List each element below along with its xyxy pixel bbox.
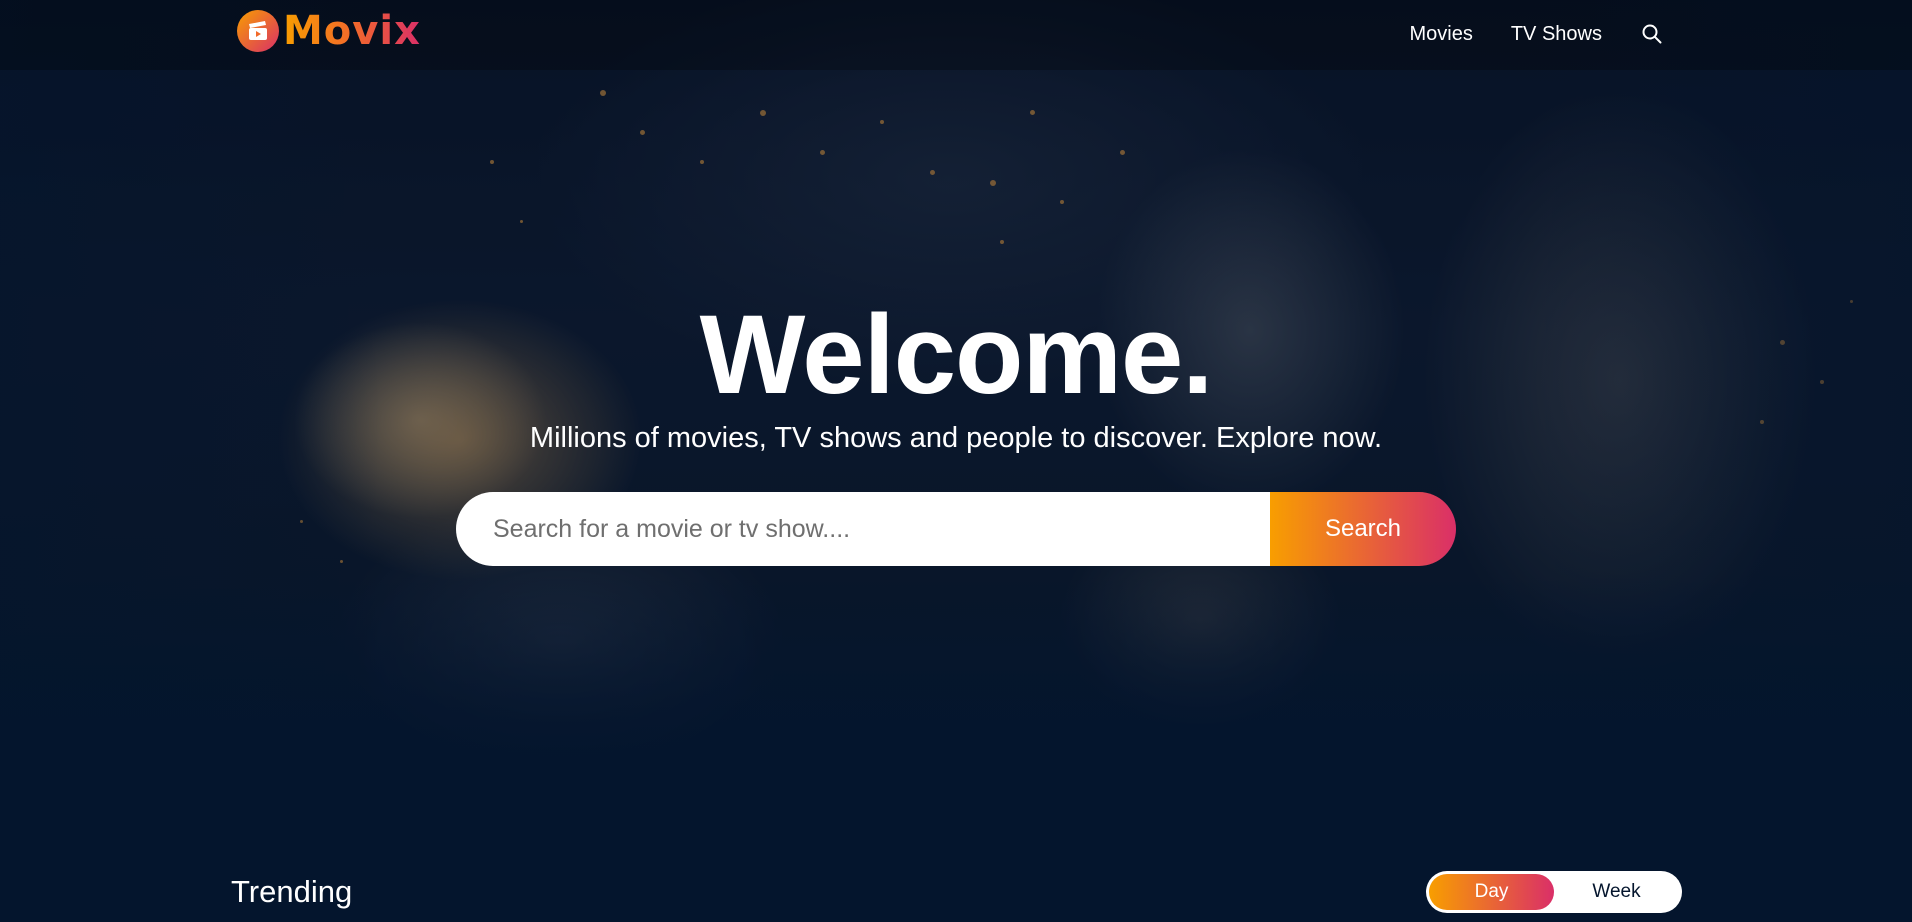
nav-movies[interactable]: Movies xyxy=(1409,23,1472,46)
clapperboard-icon xyxy=(237,10,279,52)
trending-title: Trending xyxy=(231,874,353,909)
hero-subtitle: Millions of movies, TV shows and people … xyxy=(529,422,1383,454)
tab-week[interactable]: Week xyxy=(1554,874,1679,910)
search-icon[interactable] xyxy=(1640,22,1664,46)
hero-content: Welcome. Millions of movies, TV shows an… xyxy=(0,290,1912,456)
main-nav: Movies TV Shows xyxy=(1371,0,1664,68)
hero-search-bar: Search xyxy=(456,492,1456,566)
tab-day[interactable]: Day xyxy=(1429,874,1554,910)
search-button[interactable]: Search xyxy=(1270,492,1456,566)
brand-name: Movix xyxy=(283,8,421,54)
page: Movix Movies TV Shows Welcome. Millions … xyxy=(0,0,1912,922)
hero-title: Welcome. xyxy=(699,292,1214,417)
nav-tv-shows[interactable]: TV Shows xyxy=(1511,23,1602,46)
trending-switch: Day Week xyxy=(1426,871,1682,913)
search-input[interactable] xyxy=(456,492,1270,566)
logo[interactable]: Movix xyxy=(237,8,421,54)
site-header: Movix Movies TV Shows xyxy=(0,0,1912,70)
